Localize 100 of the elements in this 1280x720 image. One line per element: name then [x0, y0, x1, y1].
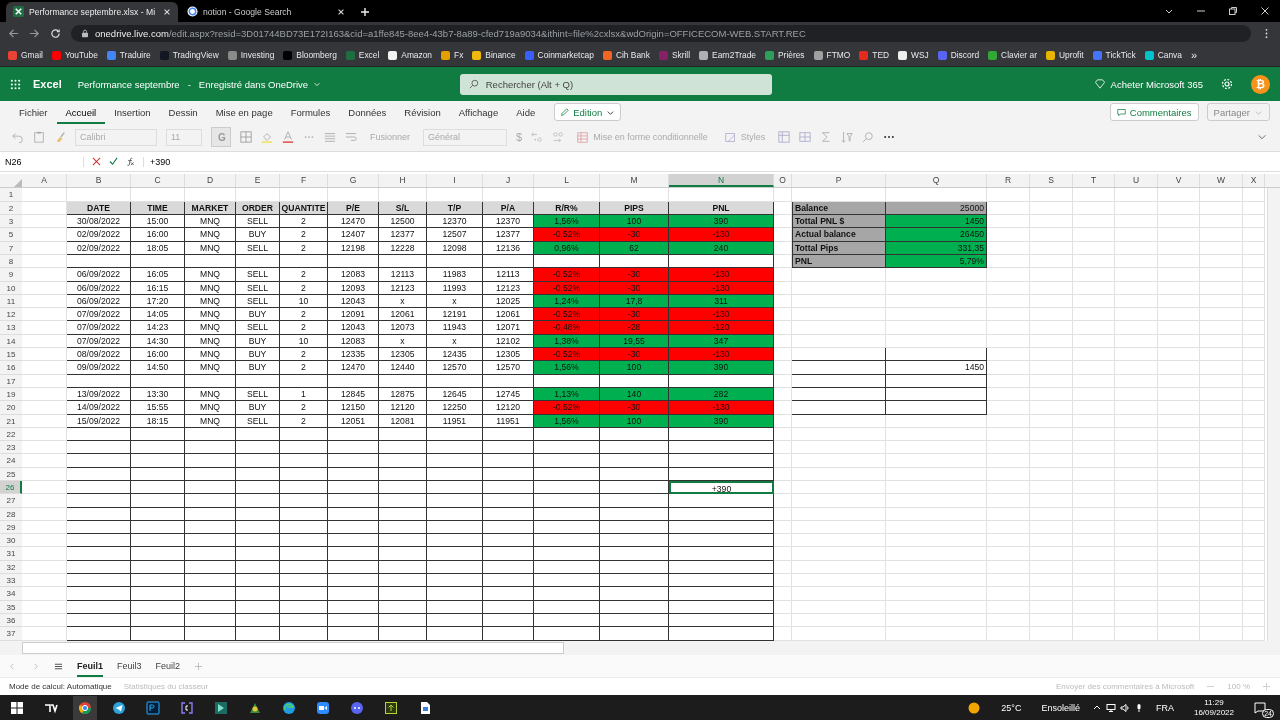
table-cell: 16:05: [131, 268, 185, 282]
table-cell: 12470: [328, 215, 379, 229]
bookmark[interactable]: Gmail: [8, 50, 43, 61]
table-cell: 12470: [328, 361, 379, 375]
table-cell: SELL: [236, 294, 280, 309]
row-header[interactable]: 33: [0, 574, 22, 588]
bookmark[interactable]: TED: [859, 50, 889, 61]
bookmark[interactable]: Fx: [441, 50, 464, 61]
sheet-tab[interactable]: Feuil3: [117, 655, 142, 678]
bookmark[interactable]: Bloomberg: [283, 50, 337, 61]
bookmark[interactable]: Prières: [765, 50, 805, 61]
row-header[interactable]: 13: [0, 321, 22, 335]
table-cell: 2: [280, 348, 328, 362]
column-header[interactable]: O: [774, 174, 792, 188]
editing-mode-button[interactable]: Edition: [554, 103, 622, 122]
browser-tab[interactable]: notion - Google Search: [180, 1, 352, 22]
column-header[interactable]: L: [534, 174, 600, 188]
table-cell: -0,52%: [534, 401, 600, 415]
browser-tab[interactable]: Performance septembre.xlsx - Mi: [6, 1, 178, 22]
table-cell: 14:50: [131, 361, 185, 375]
ribbon-tab[interactable]: Dessin: [159, 100, 207, 124]
column-header[interactable]: G: [328, 174, 379, 188]
bookmark[interactable]: WSJ: [898, 50, 929, 61]
row-header[interactable]: 20: [0, 401, 22, 415]
bookmark[interactable]: Investing: [227, 50, 275, 61]
formula-field[interactable]: +390: [143, 156, 1280, 167]
table-cell: 06/09/2022: [67, 294, 131, 309]
buy-link[interactable]: Acheter Microsoft 365: [1094, 78, 1203, 90]
address-field[interactable]: onedrive.live.com/edit.aspx?resid=3D01744BD73E172I163&cid=a1ffe845-8ee4-43b7-8a89-cfed719a9034&ithint=file%2cxlsx&wdOrigin=OFFICECOM-WEB.START.REC: [71, 24, 1251, 42]
clock[interactable]: 11:29 16/09/2022: [1193, 697, 1234, 718]
bookmark[interactable]: Binance: [472, 50, 516, 61]
table-cell: BUY: [236, 334, 280, 348]
row-header[interactable]: 1: [0, 188, 22, 202]
row-header[interactable]: 23: [0, 441, 22, 455]
ribbon-tab[interactable]: Aide: [507, 100, 545, 124]
bookmark[interactable]: Uprofit: [1045, 50, 1084, 61]
name-box[interactable]: N26: [0, 156, 84, 167]
bookmark[interactable]: Amazon: [388, 50, 433, 61]
row-header[interactable]: 12: [0, 308, 22, 322]
bookmark[interactable]: Coinmarketcap: [524, 50, 594, 61]
bookmark[interactable]: TradingView: [159, 50, 219, 61]
column-header[interactable]: U: [1115, 174, 1158, 188]
row-header[interactable]: 3: [0, 215, 22, 229]
more-bookmarks[interactable]: »: [1190, 49, 1198, 62]
table-cell: 12113: [379, 268, 427, 282]
column-header[interactable]: V: [1158, 174, 1200, 188]
bookmark[interactable]: Excel: [345, 50, 380, 61]
column-header[interactable]: I: [427, 174, 483, 188]
ribbon-tab[interactable]: Fichier: [10, 100, 57, 124]
bookmark[interactable]: FTMO: [813, 50, 851, 61]
ribbon-tab[interactable]: Données: [339, 100, 396, 124]
row-header[interactable]: 34: [0, 587, 22, 601]
column-header[interactable]: C: [131, 174, 185, 188]
column-header[interactable]: D: [185, 174, 236, 188]
column-header[interactable]: F: [280, 174, 328, 188]
ribbon-tab[interactable]: Mise en page: [206, 100, 282, 124]
column-header[interactable]: Q: [886, 174, 987, 188]
column-header[interactable]: S: [1030, 174, 1073, 188]
bookmark[interactable]: Canva: [1144, 50, 1182, 61]
row-header[interactable]: 15: [0, 348, 22, 362]
bookmark[interactable]: Cih Bank: [602, 50, 650, 61]
bookmark[interactable]: YouTube: [51, 50, 98, 61]
row-header[interactable]: 16: [0, 361, 22, 375]
ribbon-tab[interactable]: Insertion: [105, 100, 160, 124]
row-header[interactable]: 31: [0, 547, 22, 561]
language-indicator[interactable]: FRA: [1155, 702, 1174, 713]
column-header[interactable]: J: [483, 174, 534, 188]
document-title[interactable]: Performance septembre - Enregistré dans OneDrive: [77, 78, 458, 90]
row-header[interactable]: 5: [0, 228, 22, 242]
sheet-tab[interactable]: Feuil2: [155, 655, 181, 678]
table-cell: 12845: [328, 387, 379, 402]
column-header[interactable]: H: [379, 174, 427, 188]
row-header[interactable]: 37: [0, 627, 22, 641]
bookmark[interactable]: Traduire: [106, 50, 151, 61]
comments-button[interactable]: Commentaires: [1109, 103, 1199, 122]
row-header[interactable]: 27: [0, 494, 22, 508]
column-header[interactable]: X: [1243, 174, 1265, 188]
row-header[interactable]: 30: [0, 534, 22, 548]
column-header[interactable]: B: [67, 174, 131, 188]
row-header[interactable]: 24: [0, 454, 22, 468]
column-header[interactable]: A: [22, 174, 67, 188]
table-cell: -0,48%: [534, 321, 600, 335]
bookmark[interactable]: TickTick: [1092, 50, 1136, 61]
ribbon-tab[interactable]: Affichage: [449, 100, 508, 124]
ribbon-tab[interactable]: Formules: [281, 100, 340, 124]
bookmark[interactable]: Clavier ar: [988, 50, 1037, 61]
search-field[interactable]: Rechercher (Alt + Q): [459, 73, 772, 95]
column-header[interactable]: T: [1073, 174, 1115, 188]
column-header[interactable]: R: [987, 174, 1030, 188]
table-cell: -120: [669, 321, 774, 335]
table-cell: 1,56%: [534, 215, 600, 229]
row-header[interactable]: 9: [0, 268, 22, 282]
column-header[interactable]: E: [236, 174, 280, 188]
column-header[interactable]: N: [669, 174, 774, 188]
column-header[interactable]: W: [1200, 174, 1243, 188]
ribbon-tab[interactable]: Révision: [395, 100, 450, 124]
bookmark[interactable]: Earn2Trade: [699, 50, 756, 61]
column-header[interactable]: P: [792, 174, 886, 188]
bookmark[interactable]: Skrill: [658, 50, 691, 61]
bookmark[interactable]: Discord: [937, 50, 980, 61]
